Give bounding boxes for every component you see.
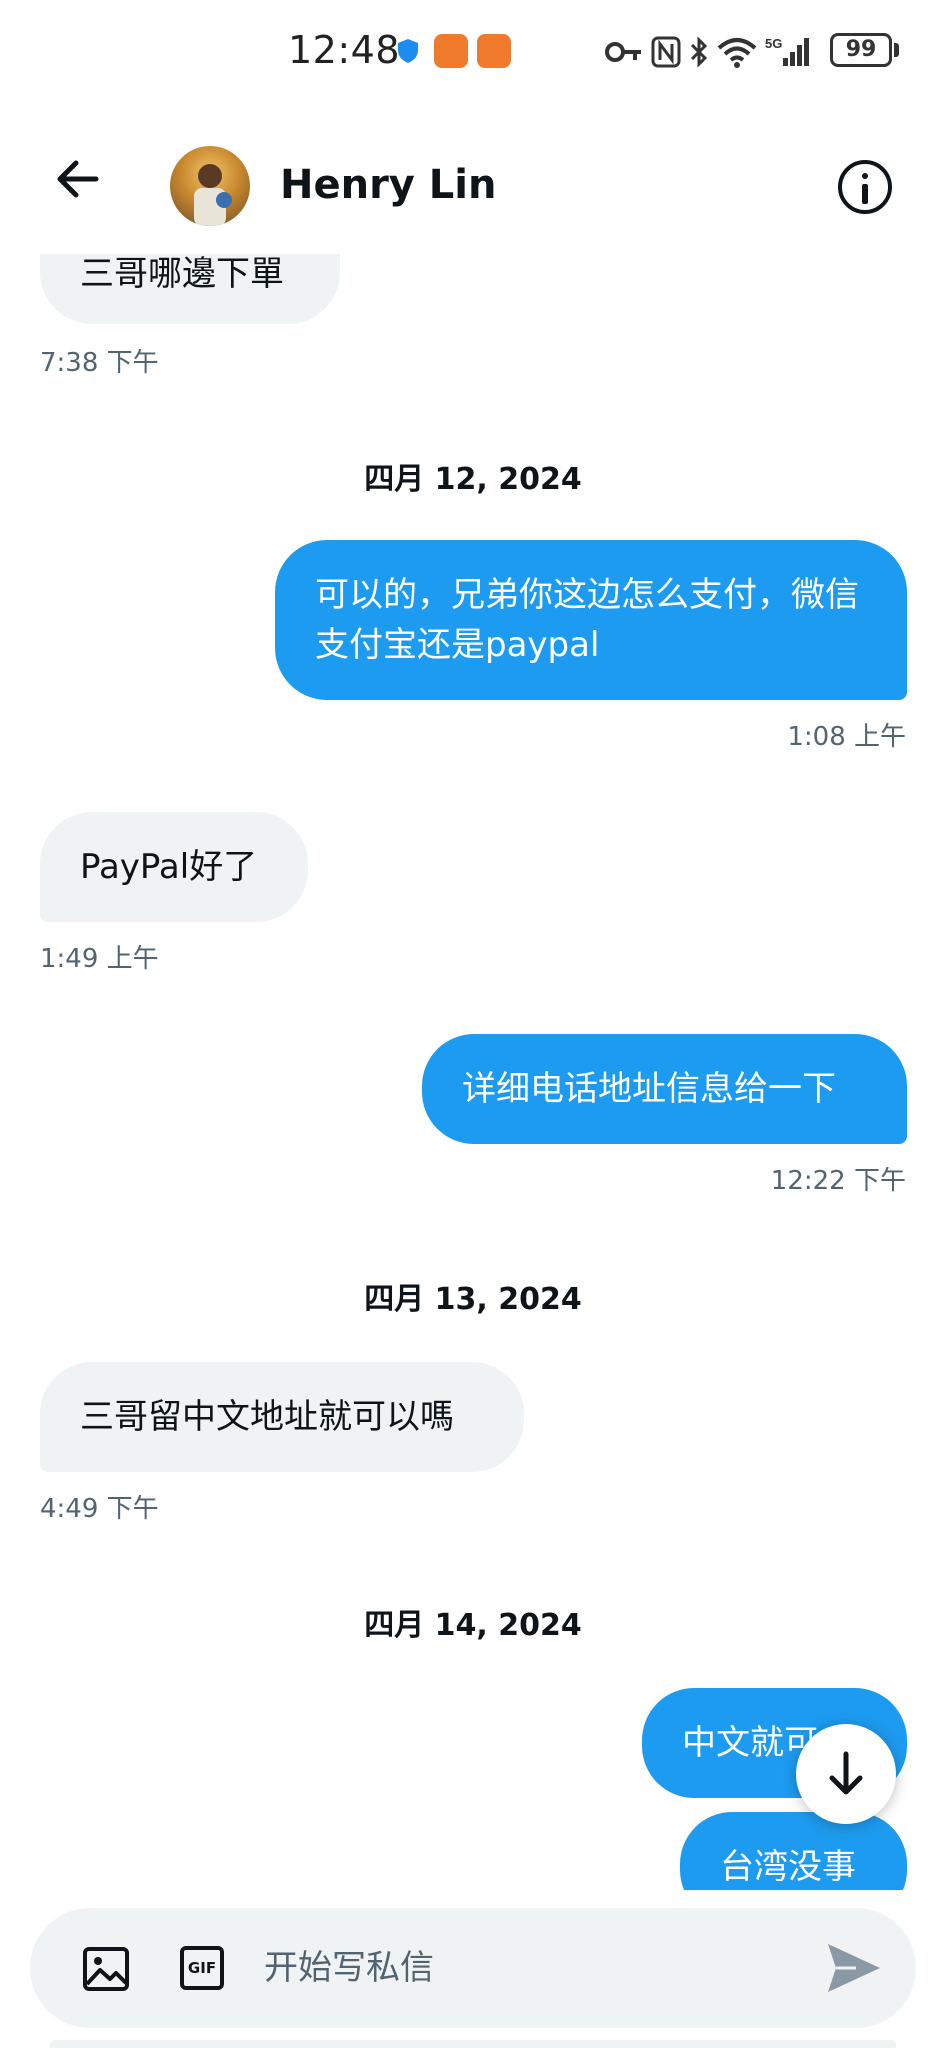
incoming-message-bubble[interactable]: 三哥留中文地址就可以嗎: [40, 1362, 524, 1472]
message-composer: GIF: [30, 1908, 916, 2028]
arrow-down-icon: [829, 1751, 863, 1795]
battery-indicator: 99: [830, 33, 892, 67]
date-separator: 四月 13, 2024: [364, 1282, 582, 1317]
scroll-to-bottom-button[interactable]: [796, 1724, 896, 1824]
date-separator: 四月 12, 2024: [364, 462, 582, 497]
send-icon[interactable]: [826, 1942, 882, 1994]
message-timestamp: 4:49 下午: [40, 1494, 159, 1524]
conversation-header: Henry Lin: [0, 104, 946, 254]
message-input[interactable]: [264, 1936, 804, 2000]
nfc-icon: [651, 36, 681, 68]
bluetooth-icon: [690, 36, 708, 68]
back-arrow-icon[interactable]: [50, 154, 110, 204]
key-icon: [605, 42, 641, 62]
shield-icon: [398, 39, 418, 63]
message-timestamp: 1:49 上午: [40, 944, 159, 974]
message-list[interactable]: 三哥哪邊下單 7:38 下午 四月 12, 2024 可以的，兄弟你这边怎么支付…: [0, 254, 946, 1890]
message-timestamp: 12:22 下午: [770, 1166, 906, 1196]
status-bar: 12:48 5G 99: [0, 0, 946, 104]
dm-screen: 12:48 5G 99 Henry Lin 三哥哪邊下單 7:38 下午 四月 …: [0, 0, 946, 2048]
cellular-signal-icon: 5G: [765, 36, 809, 66]
network-type-label: 5G: [765, 36, 782, 51]
message-timestamp: 1:08 上午: [787, 722, 906, 752]
gif-icon[interactable]: GIF: [180, 1946, 224, 1990]
outgoing-message-bubble[interactable]: 详细电话地址信息给一下: [422, 1034, 907, 1144]
outgoing-message-bubble[interactable]: 可以的，兄弟你这边怎么支付，微信支付宝还是paypal: [275, 540, 907, 700]
message-timestamp: 7:38 下午: [40, 348, 159, 378]
wifi-icon: [717, 38, 757, 68]
incoming-message-bubble[interactable]: 三哥哪邊下單: [40, 254, 340, 324]
image-icon[interactable]: [82, 1946, 130, 1992]
avatar-figure: [194, 164, 232, 226]
date-separator: 四月 14, 2024: [364, 1608, 582, 1643]
bottom-panel-edge: [50, 2040, 896, 2048]
health-app-icon: [434, 34, 468, 68]
game-app-icon: [477, 34, 511, 68]
status-time: 12:48: [288, 28, 401, 72]
info-icon[interactable]: [838, 160, 892, 214]
status-icons: 5G: [605, 32, 811, 72]
conversation-title[interactable]: Henry Lin: [280, 162, 496, 208]
battery-tip: [894, 43, 899, 57]
avatar[interactable]: [170, 146, 250, 226]
incoming-message-bubble[interactable]: PayPal好了: [40, 812, 308, 922]
